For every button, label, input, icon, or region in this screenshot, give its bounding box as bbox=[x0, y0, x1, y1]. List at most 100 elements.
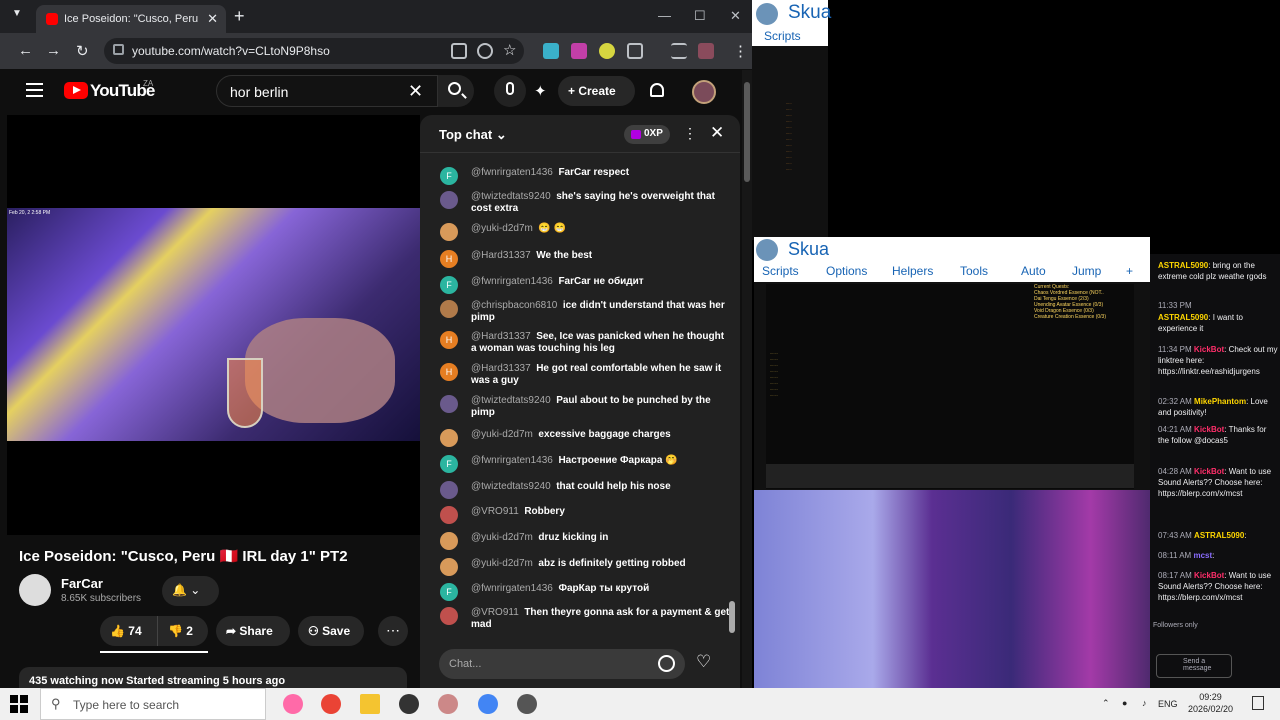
profile-icon[interactable] bbox=[698, 43, 714, 59]
chat-author[interactable]: @twiztedtats9240 bbox=[471, 481, 551, 492]
clear-search-icon[interactable]: ✕ bbox=[408, 81, 423, 102]
more-actions-button[interactable]: ⋯ bbox=[378, 616, 408, 646]
scrollbar-thumb[interactable] bbox=[729, 601, 735, 633]
chat-author[interactable]: @yuki-d2d7m bbox=[471, 558, 533, 569]
chat-scrollbar[interactable] bbox=[728, 161, 736, 639]
tab-list-icon[interactable]: ▼ bbox=[12, 8, 22, 19]
heart-icon[interactable]: ♡ bbox=[696, 652, 711, 672]
chat-author-avatar[interactable] bbox=[440, 506, 458, 524]
chat-author-avatar[interactable]: F bbox=[440, 583, 458, 601]
game-view[interactable]: Current Quests: Chaos Vordred Essence (N… bbox=[766, 284, 1134, 489]
chrome-profile-icon[interactable] bbox=[478, 694, 498, 714]
chat-author[interactable]: @fwnrirgaten1436 bbox=[471, 455, 553, 466]
chat-username[interactable]: KickBot bbox=[1194, 467, 1224, 476]
chat-author[interactable]: @chrispbacon6810 bbox=[471, 300, 557, 311]
chat-author[interactable]: @yuki-d2d7m bbox=[471, 429, 533, 440]
xp-badge[interactable]: 0XP bbox=[624, 125, 670, 144]
chat-author-avatar[interactable] bbox=[440, 481, 458, 499]
chat-author[interactable]: @fwnrirgaten1436 bbox=[471, 167, 553, 178]
app-icon[interactable] bbox=[517, 694, 537, 714]
chat-author-avatar[interactable]: F bbox=[440, 167, 458, 185]
chat-author[interactable]: @yuki-d2d7m bbox=[471, 223, 533, 234]
menu-auto[interactable]: Auto bbox=[1021, 264, 1046, 278]
menu-jump[interactable]: Jump bbox=[1072, 264, 1101, 278]
avatar[interactable] bbox=[692, 80, 716, 104]
windows-start-icon[interactable] bbox=[10, 695, 28, 713]
chat-username[interactable]: KickBot bbox=[1194, 425, 1224, 434]
close-chat-icon[interactable]: ✕ bbox=[710, 123, 724, 143]
chat-menu-icon[interactable]: ⋮ bbox=[683, 125, 697, 142]
description-box[interactable]: 435 watching now Started streaming 5 hou… bbox=[19, 667, 407, 688]
dislike-button[interactable]: 👎 2 bbox=[160, 616, 208, 646]
extensions-icon[interactable] bbox=[627, 43, 643, 59]
microphone-icon[interactable]: ● bbox=[1122, 698, 1127, 708]
chat-author-avatar[interactable] bbox=[440, 558, 458, 576]
chat-author-avatar[interactable]: H bbox=[440, 250, 458, 268]
minimize-icon[interactable]: — bbox=[658, 8, 671, 23]
chat-username[interactable]: KickBot bbox=[1194, 571, 1224, 580]
chat-author[interactable]: @VRO911 bbox=[471, 607, 519, 618]
copilot-icon[interactable] bbox=[283, 694, 303, 714]
skua-scripts-tab[interactable]: Scripts bbox=[752, 28, 828, 46]
chevron-up-icon[interactable]: ⌃ bbox=[1102, 698, 1110, 709]
chat-author[interactable]: @twiztedtats9240 bbox=[471, 191, 551, 202]
extension-puzzle-icon[interactable] bbox=[543, 43, 559, 59]
gamepad-icon[interactable]: ✦ bbox=[534, 82, 547, 100]
chat-author-avatar[interactable] bbox=[440, 429, 458, 447]
hamburger-menu-icon[interactable] bbox=[26, 83, 43, 97]
language-indicator[interactable]: ENG bbox=[1158, 699, 1178, 709]
app-icon[interactable] bbox=[399, 694, 419, 714]
chat-author[interactable]: @yuki-d2d7m bbox=[471, 532, 533, 543]
notifications-icon[interactable] bbox=[1252, 696, 1264, 710]
eye-off-icon[interactable] bbox=[477, 43, 493, 59]
chrome-menu-icon[interactable]: ⋮ bbox=[733, 42, 748, 60]
chat-author-avatar[interactable] bbox=[440, 395, 458, 413]
page-scrollbar[interactable] bbox=[742, 70, 752, 688]
video-player[interactable]: Feb 20, 2 2:58 PM bbox=[7, 115, 420, 535]
save-button[interactable]: ⚇ Save bbox=[298, 616, 364, 646]
subscription-bell-button[interactable]: 🔔 ⌄ bbox=[162, 576, 219, 606]
chat-author[interactable]: @Hard31337 bbox=[471, 363, 531, 374]
chat-author-avatar[interactable] bbox=[440, 300, 458, 318]
notifications-bell-icon[interactable] bbox=[650, 83, 664, 97]
back-icon[interactable]: ← bbox=[18, 42, 33, 59]
chat-author-avatar[interactable] bbox=[440, 191, 458, 209]
chat-author-avatar[interactable]: F bbox=[440, 455, 458, 473]
chat-author[interactable]: @VRO911 bbox=[471, 506, 519, 517]
chat-username[interactable]: mcst bbox=[1193, 551, 1212, 560]
chat-username[interactable]: ASTRAL5090 bbox=[1194, 531, 1244, 540]
chat-mode-selector[interactable]: Top chat ⌄ bbox=[439, 127, 507, 143]
chat-author-avatar[interactable] bbox=[440, 607, 458, 625]
search-input[interactable]: hor berlin bbox=[216, 75, 438, 107]
channel-avatar[interactable] bbox=[19, 574, 51, 606]
like-button[interactable]: 👍 74 bbox=[100, 616, 158, 646]
scrollbar-thumb[interactable] bbox=[744, 82, 750, 182]
chat-input[interactable]: Chat... bbox=[439, 649, 685, 679]
extension-icon[interactable] bbox=[571, 43, 587, 59]
search-button[interactable] bbox=[438, 75, 474, 107]
maximize-icon[interactable]: ☐ bbox=[694, 8, 706, 24]
game-action-bar[interactable] bbox=[766, 464, 1134, 488]
chat-username[interactable]: ASTRAL5090 bbox=[1158, 261, 1208, 270]
voice-search-button[interactable] bbox=[494, 75, 526, 107]
browser-tab[interactable]: Ice Poseidon: "Cusco, Peru ✕ bbox=[36, 5, 226, 33]
chat-username[interactable]: KickBot bbox=[1194, 345, 1224, 354]
chat-author-avatar[interactable]: H bbox=[440, 363, 458, 381]
bookmark-star-icon[interactable]: ☆ bbox=[503, 41, 516, 59]
chat-author-avatar[interactable]: H bbox=[440, 331, 458, 349]
chat-author-avatar[interactable] bbox=[440, 532, 458, 550]
clock[interactable]: 09:29 2026/02/20 bbox=[1188, 691, 1233, 715]
extension-icon[interactable] bbox=[599, 43, 615, 59]
chrome-icon[interactable] bbox=[321, 694, 341, 714]
chat-author-avatar[interactable] bbox=[440, 223, 458, 241]
app-icon[interactable] bbox=[438, 694, 458, 714]
chat-author[interactable]: @Hard31337 bbox=[471, 331, 531, 342]
site-info-icon[interactable] bbox=[113, 44, 124, 55]
emoji-icon[interactable] bbox=[658, 655, 675, 672]
forward-icon[interactable]: → bbox=[46, 42, 61, 59]
menu-scripts[interactable]: Scripts bbox=[762, 264, 799, 278]
new-tab-button[interactable]: + bbox=[234, 6, 245, 27]
menu-helpers[interactable]: Helpers bbox=[892, 264, 933, 278]
menu-tools[interactable]: Tools bbox=[960, 264, 988, 278]
menu-options[interactable]: Options bbox=[826, 264, 867, 278]
